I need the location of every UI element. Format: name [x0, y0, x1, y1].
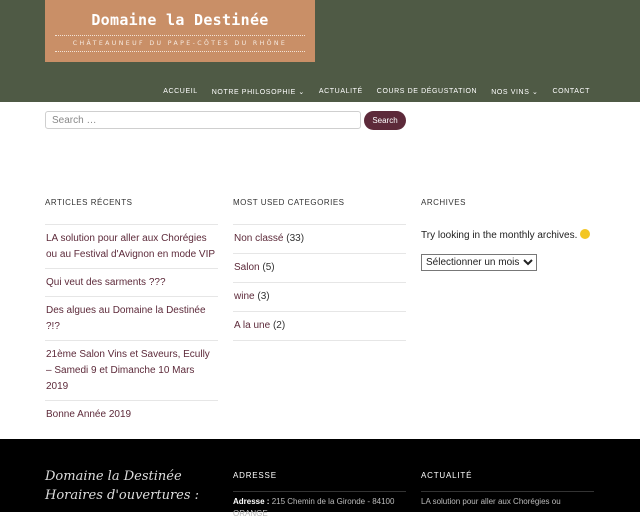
- category-count: (2): [272, 320, 286, 331]
- logo-title: Domaine la Destinée: [91, 11, 269, 29]
- category-item: Non classé (33): [233, 225, 406, 254]
- recent-posts-widget: ARTICLES RÉCENTS LA solution pour aller …: [45, 198, 218, 428]
- logo-subtitle: CHÂTEAUNEUF DU PAPE-CÔTES DU RHÔNE: [72, 40, 288, 47]
- logo-divider-top: [55, 35, 305, 36]
- footer-address-label: Adresse :: [233, 497, 270, 506]
- recent-posts-list: LA solution pour aller aux Chorégies ou …: [45, 225, 218, 428]
- category-link[interactable]: A la une: [234, 320, 270, 331]
- recent-post-link[interactable]: 21ème Salon Vins et Saveurs, Ecully – Sa…: [45, 341, 218, 401]
- nav-nos-vins[interactable]: NOS VINS ⌄: [491, 88, 538, 96]
- archives-month-select[interactable]: Sélectionner un mois: [421, 254, 537, 271]
- footer-divider: [421, 491, 594, 492]
- search-button[interactable]: Search: [364, 111, 406, 130]
- category-count: (3): [257, 291, 270, 302]
- category-item: wine (3): [233, 283, 406, 312]
- nav-contact[interactable]: CONTACT: [552, 88, 590, 96]
- smiley-icon: [580, 229, 591, 239]
- recent-post-link[interactable]: Des algues au Domaine la Destinée ?!?: [45, 297, 218, 341]
- footer-brand: Domaine la Destinée Horaires d'ouverture…: [45, 467, 199, 505]
- archives-title: ARCHIVES: [421, 198, 466, 207]
- categories-list: Non classé (33) Salon (5) wine (3) A la …: [233, 225, 406, 341]
- footer-news-link[interactable]: LA solution pour aller aux Chorégies ou: [421, 496, 599, 508]
- nav-actualite[interactable]: ACTUALITÉ: [319, 88, 363, 96]
- recent-post-link[interactable]: LA solution pour aller aux Chorégies ou …: [45, 225, 218, 269]
- footer-address: Adresse : 215 Chemin de la Gironde - 841…: [233, 496, 411, 520]
- footer-news-title: ACTUALITÉ: [421, 471, 473, 480]
- footer-address-title: ADRESSE: [233, 471, 277, 480]
- nav-notre-philosophie[interactable]: NOTRE PHILOSOPHIE ⌄: [212, 88, 305, 96]
- category-count: (5): [262, 262, 275, 273]
- categories-title: MOST USED CATEGORIES: [233, 198, 406, 225]
- nav-cours-de-degustation[interactable]: COURS DE DÉGUSTATION: [377, 88, 477, 96]
- category-link[interactable]: Non classé: [234, 233, 283, 244]
- category-count: (33): [286, 233, 305, 244]
- recent-post-link[interactable]: Qui veut des sarments ???: [45, 269, 218, 297]
- recent-posts-title: ARTICLES RÉCENTS: [45, 198, 218, 225]
- search-input[interactable]: [45, 111, 361, 129]
- category-link[interactable]: Salon: [234, 262, 260, 273]
- site-logo[interactable]: Domaine la Destinée CHÂTEAUNEUF DU PAPE-…: [45, 0, 315, 62]
- main-nav: ACCUEIL NOTRE PHILOSOPHIE ⌄ ACTUALITÉ CO…: [163, 88, 590, 96]
- category-item: A la une (2): [233, 312, 406, 341]
- site-header: Domaine la Destinée CHÂTEAUNEUF DU PAPE-…: [0, 0, 640, 102]
- archives-text: Try looking in the monthly archives.: [421, 228, 594, 244]
- nav-accueil[interactable]: ACCUEIL: [163, 88, 198, 96]
- categories-widget: MOST USED CATEGORIES Non classé (33) Sal…: [233, 198, 406, 341]
- footer-divider: [233, 491, 406, 492]
- archives-message: Try looking in the monthly archives.: [421, 230, 578, 241]
- footer-opening-hours: Horaires d'ouvertures :: [45, 488, 200, 503]
- footer-brand-name: Domaine la Destinée: [45, 469, 182, 484]
- category-link[interactable]: wine: [234, 291, 255, 302]
- logo-divider-bottom: [55, 51, 305, 52]
- recent-post-link[interactable]: Bonne Année 2019: [45, 401, 218, 428]
- site-footer: Domaine la Destinée Horaires d'ouverture…: [0, 439, 640, 518]
- category-item: Salon (5): [233, 254, 406, 283]
- archives-widget: ARCHIVES Try looking in the monthly arch…: [421, 198, 594, 271]
